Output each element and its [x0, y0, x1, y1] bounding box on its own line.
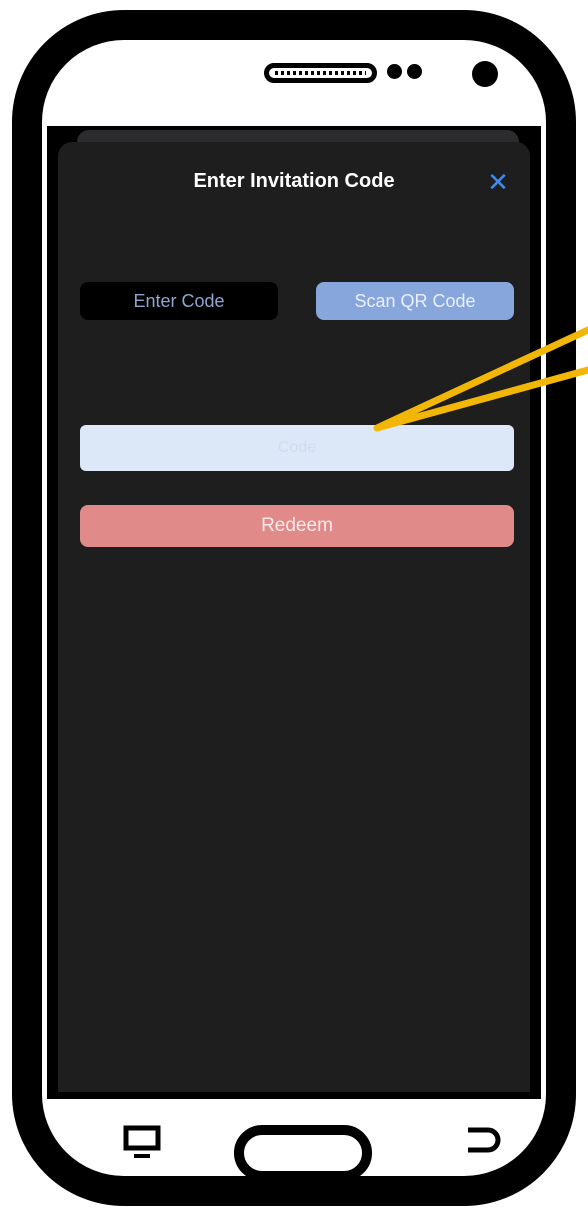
- speaker-grille: [264, 63, 377, 83]
- home-button[interactable]: [234, 1125, 372, 1181]
- back-icon[interactable]: [462, 1124, 502, 1160]
- tab-scan-qr-code[interactable]: Scan QR Code: [316, 282, 514, 320]
- sensor-dot: [387, 64, 402, 79]
- redeem-button[interactable]: Redeem: [80, 505, 514, 547]
- phone-frame: Enter Invitation Code ✕ Enter Code Scan …: [12, 10, 576, 1206]
- invitation-code-input[interactable]: [80, 425, 514, 471]
- recent-apps-icon[interactable]: [120, 1120, 164, 1164]
- close-button[interactable]: ✕: [483, 167, 513, 197]
- sensor-dot: [407, 64, 422, 79]
- invitation-code-sheet: Enter Invitation Code ✕ Enter Code Scan …: [58, 142, 530, 1092]
- phone-screen: Enter Invitation Code ✕ Enter Code Scan …: [47, 126, 541, 1099]
- dialog-title: Enter Invitation Code: [193, 170, 395, 192]
- front-camera: [472, 61, 498, 87]
- close-icon: ✕: [487, 166, 509, 197]
- tab-enter-code[interactable]: Enter Code: [80, 282, 278, 320]
